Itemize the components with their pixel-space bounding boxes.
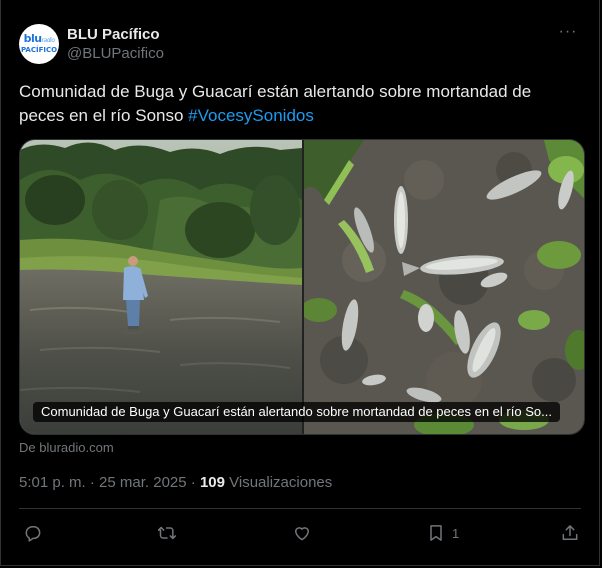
views-label: Visualizaciones — [224, 474, 333, 491]
display-name[interactable]: BLU Pacífico — [67, 26, 164, 44]
fish-photo-graphic — [304, 140, 584, 434]
link-card-media[interactable]: Comunidad de Buga y Guacarí están alerta… — [19, 139, 585, 435]
bookmark-button[interactable]: 1 — [426, 518, 459, 548]
share-icon — [562, 525, 578, 540]
like-button[interactable] — [292, 518, 312, 548]
avatar-logo-bottom: PACÍFICO — [20, 45, 58, 54]
timestamp[interactable]: 5:01 p. m. · 25 mar. 2025 · — [19, 474, 200, 491]
tweet-header: bluradio PACÍFICO BLU Pacífico @BLUPacif… — [19, 24, 581, 68]
account-handle[interactable]: @BLUPacifico — [67, 44, 164, 64]
avatar[interactable]: bluradio PACÍFICO — [19, 24, 59, 64]
river-photo-graphic — [20, 140, 302, 434]
more-icon: ··· — [558, 23, 578, 40]
like-icon — [295, 527, 309, 541]
tweet-meta: 5:01 p. m. · 25 mar. 2025 · 109 Visualiz… — [19, 473, 332, 493]
action-bar: 1 — [19, 518, 581, 548]
tweet-card[interactable]: bluradio PACÍFICO BLU Pacífico @BLUPacif… — [0, 0, 600, 566]
views-count: 109 — [199, 474, 225, 491]
reply-button[interactable] — [23, 518, 43, 548]
reply-icon — [25, 526, 41, 542]
bookmark-icon — [430, 525, 442, 541]
hashtag-link[interactable]: #VocesySonidos — [188, 106, 314, 125]
share-button[interactable] — [560, 518, 580, 548]
man-standing-in-river-photo — [20, 140, 302, 434]
repost-button[interactable] — [157, 518, 177, 548]
avatar-logo-radio: radio — [41, 36, 55, 44]
media-caption: Comunidad de Buga y Guacarí están alerta… — [33, 402, 560, 422]
dead-fish-on-riverbank-photo — [304, 140, 584, 434]
divider — [19, 508, 581, 509]
bookmark-count: 1 — [452, 525, 460, 541]
link-source[interactable]: De bluradio.com — [19, 440, 114, 456]
more-options-button[interactable]: ··· — [557, 24, 579, 46]
repost-icon — [157, 526, 177, 540]
avatar-logo-top: bluradio — [23, 31, 55, 45]
tweet-text: Comunidad de Buga y Guacarí están alerta… — [19, 80, 579, 128]
account-names: BLU Pacífico @BLUPacifico — [67, 26, 164, 64]
